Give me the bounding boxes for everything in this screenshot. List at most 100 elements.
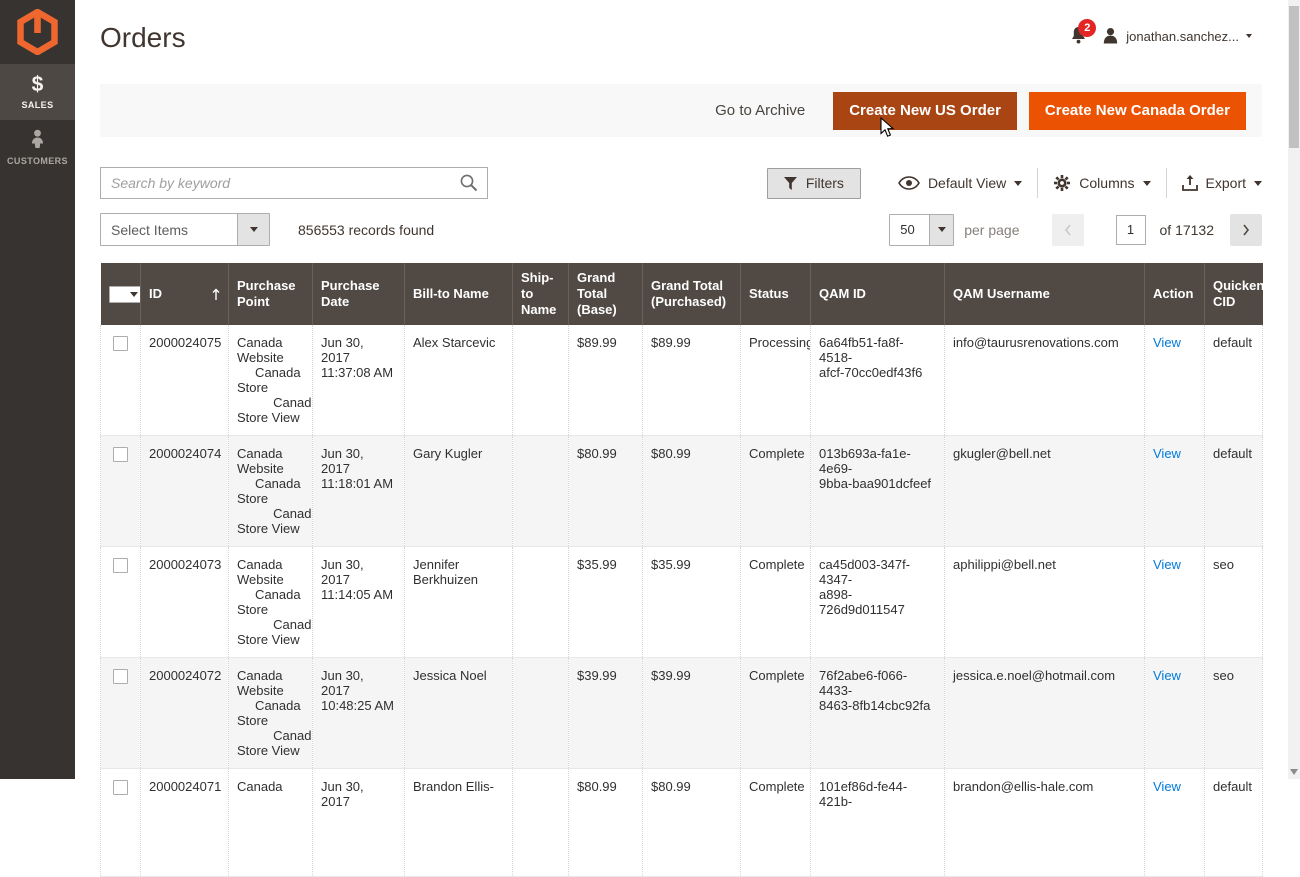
row-checkbox[interactable]: [113, 669, 128, 684]
columns-selector[interactable]: Columns: [1038, 174, 1165, 192]
row-checkbox[interactable]: [113, 336, 128, 351]
view-link[interactable]: View: [1153, 779, 1181, 794]
col-header-ship-to-name[interactable]: Ship-to Name: [513, 263, 569, 325]
view-link[interactable]: View: [1153, 335, 1181, 350]
col-header-status[interactable]: Status: [741, 263, 811, 325]
cell-ship-to-name: [513, 547, 569, 658]
previous-page-button[interactable]: [1052, 214, 1084, 246]
select-items-dropdown[interactable]: Select Items: [100, 213, 270, 246]
col-header-id[interactable]: ID: [141, 263, 229, 325]
page-title: Orders: [100, 22, 186, 54]
col-header-id-label: ID: [149, 286, 162, 302]
create-new-canada-order-button[interactable]: Create New Canada Order: [1029, 92, 1246, 130]
cell-grand-total-base: $80.99: [569, 436, 643, 547]
columns-label: Columns: [1079, 175, 1134, 191]
col-header-grand-total-base[interactable]: Grand Total (Base): [569, 263, 643, 325]
cell-id: 2000024074: [141, 436, 229, 547]
row-checkbox[interactable]: [113, 447, 128, 462]
cell-qam-username: gkugler@bell.net: [945, 436, 1145, 547]
col-header-purchase-date[interactable]: Purchase Date: [313, 263, 405, 325]
select-all-dropdown[interactable]: [109, 286, 143, 303]
go-to-archive-button[interactable]: Go to Archive: [715, 102, 805, 119]
col-header-action: Action: [1145, 263, 1205, 325]
export-button[interactable]: Export: [1167, 175, 1262, 191]
col-header-quicken-cid[interactable]: Quicken CID: [1205, 263, 1263, 325]
cell-qam-username: jessica.e.noel@hotmail.com: [945, 658, 1145, 769]
notifications-button[interactable]: 2: [1070, 26, 1088, 46]
vertical-scrollbar[interactable]: [1288, 0, 1300, 779]
col-header-grand-total-purchased[interactable]: Grand Total (Purchased): [643, 263, 741, 325]
cell-quicken-cid: default: [1205, 769, 1263, 877]
cell-action: View: [1145, 436, 1205, 547]
cell-purchase-date: Jun 30, 2017 11:37:08 AM: [313, 325, 405, 436]
cell-checkbox: [101, 436, 141, 547]
pagination: 50 per page of 17132: [889, 214, 1262, 246]
cell-grand-total-purchased: $80.99: [643, 436, 741, 547]
cell-qam-username: brandon@ellis-hale.com: [945, 769, 1145, 877]
filters-button[interactable]: Filters: [767, 168, 861, 199]
cell-purchase-date: Jun 30, 2017: [313, 769, 405, 877]
per-page-label: per page: [964, 222, 1019, 238]
cell-id: 2000024072: [141, 658, 229, 769]
scrollbar-thumb[interactable]: [1289, 6, 1299, 148]
view-selector[interactable]: Default View: [883, 175, 1037, 191]
cell-purchase-date: Jun 30, 2017 11:14:05 AM: [313, 547, 405, 658]
select-items-label: Select Items: [101, 214, 237, 245]
row-checkbox[interactable]: [113, 558, 128, 573]
cell-status: Complete: [741, 658, 811, 769]
notification-badge: 2: [1078, 19, 1096, 37]
scrollbar-down-arrow-icon[interactable]: [1290, 769, 1298, 775]
page-number-input[interactable]: [1116, 215, 1146, 245]
orders-grid: ID Purchase Point Purchase Date Bill-to …: [100, 263, 1262, 877]
per-page-dropdown[interactable]: 50: [889, 214, 954, 246]
sidebar-item-label: CUSTOMERS: [2, 156, 73, 166]
cell-purchase-date: Jun 30, 2017 11:18:01 AM: [313, 436, 405, 547]
search-input[interactable]: [100, 167, 488, 199]
cell-qam-id: 6a64fb51-fa8f-4518- afcf-70cc0edf43f6: [811, 325, 945, 436]
chevron-down-icon: [1254, 181, 1262, 186]
col-header-qam-id[interactable]: QAM ID: [811, 263, 945, 325]
sidebar-item-customers[interactable]: CUSTOMERS: [0, 120, 75, 176]
col-header-qam-username[interactable]: QAM Username: [945, 263, 1145, 325]
user-menu[interactable]: jonathan.sanchez...: [1102, 27, 1252, 45]
cell-qam-username: aphilippi@bell.net: [945, 547, 1145, 658]
export-icon: [1182, 175, 1198, 191]
cell-quicken-cid: default: [1205, 325, 1263, 436]
cell-grand-total-purchased: $39.99: [643, 658, 741, 769]
grid-tools: Filters Default View Columns: [767, 168, 1262, 199]
cell-action: View: [1145, 658, 1205, 769]
sidebar-item-sales[interactable]: $ SALES: [0, 64, 75, 120]
chevron-left-icon: [1063, 223, 1073, 237]
chevron-down-icon: [237, 214, 269, 245]
view-link[interactable]: View: [1153, 446, 1181, 461]
chevron-down-icon: [130, 292, 138, 297]
cell-id: 2000024075: [141, 325, 229, 436]
view-link[interactable]: View: [1153, 557, 1181, 572]
cell-qam-username: info@taurusrenovations.com: [945, 325, 1145, 436]
cell-action: View: [1145, 547, 1205, 658]
chevron-down-icon: [1014, 181, 1022, 186]
search-icon[interactable]: [459, 173, 479, 198]
per-page-value: 50: [890, 215, 929, 245]
chevron-down-icon: [1143, 181, 1151, 186]
view-label: Default View: [928, 175, 1006, 191]
table-row: 2000024075 Canada Website Canada Store C…: [101, 325, 1263, 436]
cell-ship-to-name: [513, 436, 569, 547]
create-new-us-order-button[interactable]: Create New US Order: [833, 92, 1017, 130]
view-link[interactable]: View: [1153, 668, 1181, 683]
next-page-button[interactable]: [1230, 214, 1262, 246]
cell-quicken-cid: seo: [1205, 658, 1263, 769]
col-header-purchase-point[interactable]: Purchase Point: [229, 263, 313, 325]
col-header-bill-to-name[interactable]: Bill-to Name: [405, 263, 513, 325]
cell-purchase-point: Canada Website Canada Store Canada Store…: [229, 436, 313, 547]
grid-controls-row: Select Items 856553 records found 50 per…: [100, 213, 1262, 246]
magento-logo[interactable]: [0, 0, 75, 64]
cell-qam-id: 101ef86d-fe44-421b-: [811, 769, 945, 877]
cell-grand-total-base: $89.99: [569, 325, 643, 436]
cell-purchase-point: Canada Website Canada Store Canada Store…: [229, 547, 313, 658]
cell-bill-to-name: Brandon Ellis-: [405, 769, 513, 877]
cell-quicken-cid: seo: [1205, 547, 1263, 658]
row-checkbox[interactable]: [113, 780, 128, 795]
cell-id: 2000024073: [141, 547, 229, 658]
cell-status: Processing: [741, 325, 811, 436]
